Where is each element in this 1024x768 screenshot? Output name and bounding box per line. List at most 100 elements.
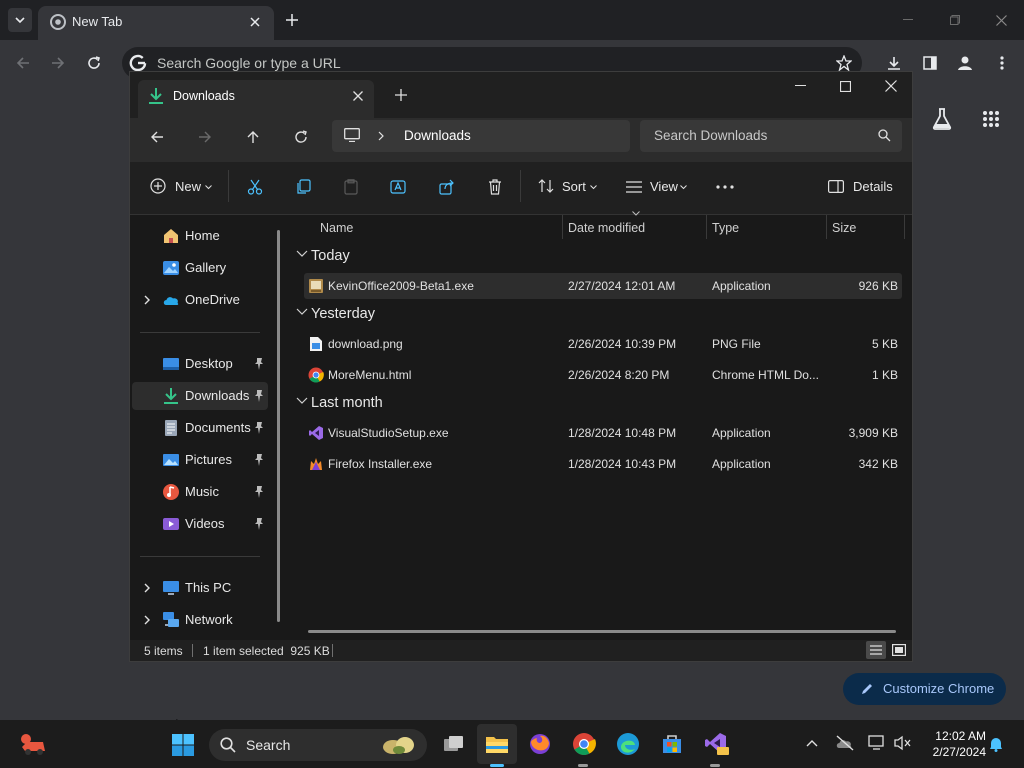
search-downloads-input[interactable]: Search Downloads	[640, 120, 902, 152]
clock-date[interactable]: 2/27/2024	[920, 745, 986, 759]
sidebar-item-this-pc[interactable]: This PC	[132, 574, 268, 602]
group-header-last-month[interactable]: Last month	[311, 395, 383, 411]
forward-arrow-icon[interactable]	[47, 52, 69, 74]
chrome-tab-new-tab[interactable]: New Tab	[38, 6, 274, 40]
sidebar-item-documents[interactable]: Documents	[132, 414, 268, 442]
view-button[interactable]: View	[624, 176, 690, 198]
clock-time[interactable]: 12:02 AM	[926, 729, 986, 743]
group-collapse-chevron-icon[interactable]	[296, 308, 308, 316]
profile-avatar-icon[interactable]	[953, 51, 977, 75]
details-pane-button[interactable]: Details	[828, 176, 894, 198]
onedrive-offline-icon[interactable]	[834, 733, 856, 753]
explorer-up-icon[interactable]	[242, 126, 264, 148]
more-options-icon[interactable]	[714, 176, 736, 198]
home-icon	[162, 227, 180, 245]
group-header-today[interactable]: Today	[311, 248, 350, 264]
new-button[interactable]: New	[148, 176, 212, 198]
rename-icon[interactable]	[388, 176, 410, 198]
google-apps-grid-icon[interactable]	[978, 106, 1004, 132]
paste-clipboard-icon[interactable]	[340, 176, 362, 198]
group-collapse-chevron-icon[interactable]	[296, 397, 308, 405]
file-row[interactable]: VisualStudioSetup.exe 1/28/2024 10:48 PM…	[304, 420, 902, 446]
breadcrumb[interactable]: Downloads	[332, 120, 630, 152]
sidebar-scrollbar[interactable]	[277, 230, 280, 622]
horizontal-scrollbar[interactable]	[308, 630, 896, 633]
close-explorer-tab-icon[interactable]	[350, 88, 366, 104]
taskbar-search-box[interactable]: Search	[209, 729, 427, 761]
expand-chevron-icon[interactable]	[140, 613, 154, 627]
explorer-refresh-icon[interactable]	[290, 126, 312, 148]
show-hidden-icons-chevron-icon[interactable]	[803, 734, 821, 752]
file-row[interactable]: download.png 2/26/2024 10:39 PM PNG File…	[304, 331, 902, 357]
tiles-view-icon[interactable]	[889, 641, 909, 659]
reload-icon[interactable]	[83, 52, 105, 74]
new-tab-plus-icon[interactable]	[282, 10, 302, 30]
explorer-maximize-icon[interactable]	[835, 77, 855, 95]
windows-start-icon[interactable]	[170, 732, 196, 758]
chevron-down-icon	[680, 185, 687, 190]
sidebar-item-videos[interactable]: Videos	[132, 510, 268, 538]
share-icon[interactable]	[436, 176, 458, 198]
breadcrumb-downloads[interactable]: Downloads	[404, 128, 471, 143]
chrome-close-icon[interactable]	[991, 12, 1011, 28]
explorer-back-icon[interactable]	[146, 126, 168, 148]
sidebar-item-network[interactable]: Network	[132, 606, 268, 634]
explorer-minimize-icon[interactable]	[790, 78, 810, 94]
details-view-icon[interactable]	[866, 641, 886, 659]
visual-studio-preview-icon[interactable]	[696, 724, 736, 764]
sidebar-item-downloads[interactable]: Downloads	[132, 382, 268, 410]
tab-search-chevron-icon[interactable]	[8, 8, 32, 32]
sidebar-item-home[interactable]: Home	[132, 222, 268, 250]
notification-bell-icon[interactable]	[986, 734, 1006, 754]
group-header-yesterday[interactable]: Yesterday	[311, 306, 375, 322]
copy-icon[interactable]	[292, 176, 314, 198]
widgets-weather-icon[interactable]	[18, 730, 48, 758]
music-icon	[162, 483, 180, 501]
group-collapse-chevron-icon[interactable]	[296, 250, 308, 258]
file-explorer-taskbar-icon[interactable]	[477, 724, 517, 764]
close-tab-icon[interactable]	[246, 13, 264, 31]
bookmark-star-icon[interactable]	[834, 54, 854, 72]
file-row[interactable]: KevinOffice2009-Beta1.exe 2/27/2024 12:0…	[304, 273, 902, 299]
kebab-menu-icon[interactable]	[991, 52, 1013, 74]
chrome-restore-icon[interactable]	[945, 12, 965, 28]
column-header-name[interactable]: Name	[320, 221, 353, 235]
firefox-taskbar-icon[interactable]	[520, 724, 560, 764]
file-row[interactable]: Firefox Installer.exe 1/28/2024 10:43 PM…	[304, 451, 902, 477]
task-view-icon[interactable]	[434, 724, 474, 764]
volume-muted-icon[interactable]	[892, 733, 914, 753]
sort-button[interactable]: Sort	[536, 176, 600, 198]
network-status-icon[interactable]	[866, 733, 888, 753]
edge-taskbar-icon[interactable]	[608, 724, 648, 764]
column-header-type[interactable]: Type	[712, 221, 739, 235]
back-arrow-icon[interactable]	[12, 52, 34, 74]
side-panel-icon[interactable]	[918, 52, 942, 74]
expand-chevron-icon[interactable]	[140, 293, 154, 307]
new-explorer-tab-icon[interactable]	[392, 86, 410, 104]
column-separator[interactable]	[826, 215, 827, 239]
column-separator[interactable]	[562, 215, 563, 239]
labs-flask-icon[interactable]	[929, 106, 955, 132]
status-item-count: 5 items	[144, 644, 183, 658]
customize-chrome-button[interactable]: Customize Chrome	[843, 673, 1006, 705]
sidebar-item-gallery[interactable]: Gallery	[132, 254, 268, 282]
sidebar-item-onedrive[interactable]: OneDrive	[132, 286, 268, 314]
explorer-forward-icon[interactable]	[194, 126, 216, 148]
chrome-taskbar-icon[interactable]	[564, 724, 604, 764]
sidebar-item-desktop[interactable]: Desktop	[132, 350, 268, 378]
explorer-tab-downloads[interactable]: Downloads	[138, 80, 374, 118]
chrome-minimize-icon[interactable]	[898, 12, 918, 28]
column-separator[interactable]	[706, 215, 707, 239]
column-header-date[interactable]: Date modified	[568, 221, 645, 235]
explorer-close-icon[interactable]	[881, 77, 901, 95]
cut-scissors-icon[interactable]	[244, 176, 266, 198]
sidebar-item-pictures[interactable]: Pictures	[132, 446, 268, 474]
column-header-size[interactable]: Size	[832, 221, 856, 235]
sidebar-divider	[140, 332, 260, 333]
file-row[interactable]: MoreMenu.html 2/26/2024 8:20 PM Chrome H…	[304, 362, 902, 388]
column-separator[interactable]	[904, 215, 905, 239]
delete-trash-icon[interactable]	[484, 176, 506, 198]
microsoft-store-icon[interactable]	[652, 724, 692, 764]
expand-chevron-icon[interactable]	[140, 581, 154, 595]
sidebar-item-music[interactable]: Music	[132, 478, 268, 506]
